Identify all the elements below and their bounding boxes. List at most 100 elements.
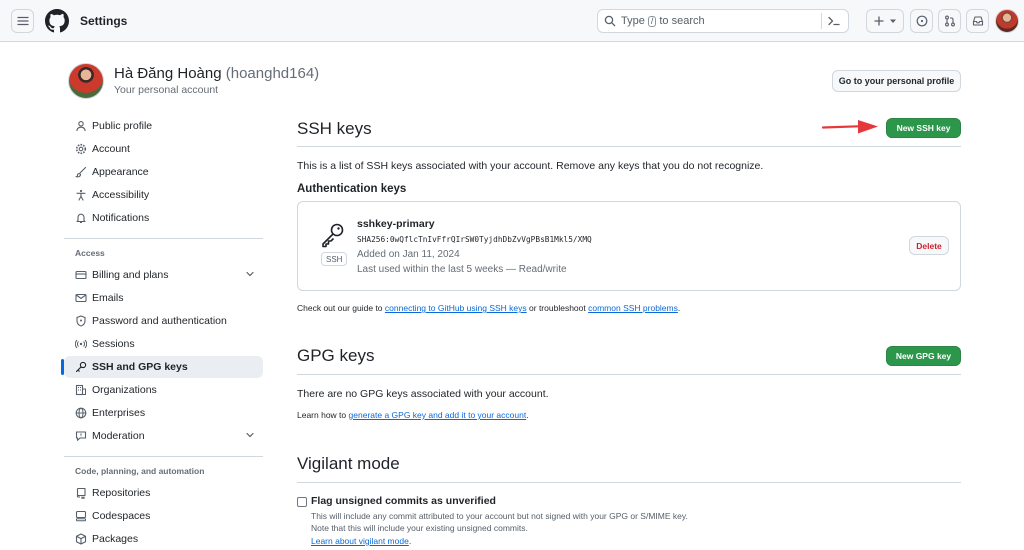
sidebar-item-appearance[interactable]: Appearance <box>64 161 263 183</box>
global-header: Settings Type / to search <box>0 0 1024 42</box>
sidebar-item-sessions[interactable]: Sessions <box>64 333 263 355</box>
ssh-key-list-item: SSH sshkey-primary SHA256:0wQflcTnIvFfrQ… <box>297 201 961 291</box>
create-new-button[interactable] <box>866 9 904 33</box>
search-suffix: to search <box>659 15 705 27</box>
accessibility-icon <box>75 189 87 201</box>
sidebar-item-label: Organizations <box>92 384 157 396</box>
section-divider <box>297 146 961 147</box>
sidebar-item-moderation[interactable]: Moderation <box>64 425 263 447</box>
page-title: Settings <box>80 14 128 28</box>
generate-gpg-key-link[interactable]: generate a GPG key and add it to your ac… <box>349 410 527 420</box>
checkbox-label: Flag unsigned commits as unverified <box>311 495 496 507</box>
person-icon <box>75 120 87 132</box>
sidebar-item-ssh-gpg-keys[interactable]: SSH and GPG keys <box>61 356 263 378</box>
new-gpg-key-button[interactable]: New GPG key <box>886 346 961 366</box>
guide-middle: or troubleshoot <box>529 303 586 313</box>
github-logo-icon[interactable] <box>45 9 69 33</box>
key-icon <box>75 361 87 373</box>
sidebar-item-label: SSH and GPG keys <box>92 361 188 373</box>
inbox-button[interactable] <box>966 9 989 33</box>
mail-icon <box>75 292 87 304</box>
shield-lock-icon <box>75 315 87 327</box>
sidebar-item-notifications[interactable]: Notifications <box>64 207 263 229</box>
menu-button[interactable] <box>11 9 34 33</box>
issues-button[interactable] <box>910 9 933 33</box>
sidebar-item-codespaces[interactable]: Codespaces <box>64 505 263 527</box>
sidebar-item-label: Moderation <box>92 430 145 442</box>
chevron-down-icon <box>246 432 254 438</box>
vigilant-mode-heading: Vigilant mode <box>297 454 400 473</box>
section-divider <box>297 482 961 483</box>
sidebar-item-label: Packages <box>92 533 139 545</box>
sidebar-item-password-auth[interactable]: Password and authentication <box>64 310 263 332</box>
sidebar-item-organizations[interactable]: Organizations <box>64 379 263 401</box>
vigilant-learn-text: Learn about vigilant mode. <box>311 536 411 546</box>
git-pull-request-icon <box>944 15 955 27</box>
ssh-guide-link[interactable]: connecting to GitHub using SSH keys <box>385 303 527 313</box>
key-title: sshkey-primary <box>357 218 435 230</box>
organization-icon <box>75 384 87 396</box>
sidebar-item-label: Repositories <box>92 487 151 499</box>
pull-requests-button[interactable] <box>938 9 961 33</box>
user-display-name: Hà Đăng Hoàng (hoanghd164) <box>114 65 319 82</box>
broadcast-icon <box>75 338 87 350</box>
learn-end: . <box>526 410 529 420</box>
sidebar-item-enterprises[interactable]: Enterprises <box>64 402 263 424</box>
sidebar-item-emails[interactable]: Emails <box>64 287 263 309</box>
package-icon <box>75 533 87 545</box>
gpg-empty-text: There are no GPG keys associated with yo… <box>297 388 549 400</box>
user-avatar-menu[interactable] <box>995 9 1019 33</box>
avatar <box>68 63 104 99</box>
new-ssh-key-button[interactable]: New SSH key <box>886 118 961 138</box>
section-divider <box>297 374 961 375</box>
user-login: (hoanghd164) <box>225 65 320 82</box>
gpg-learn-text: Learn how to generate a GPG key and add … <box>297 410 529 420</box>
sidebar-item-label: Account <box>92 143 130 155</box>
gpg-keys-heading: GPG keys <box>297 346 375 365</box>
search-input[interactable]: Type / to search <box>597 9 849 33</box>
sidebar-item-label: Codespaces <box>92 510 151 522</box>
key-added-date: Added on Jan 11, 2024 <box>357 249 460 260</box>
account-type-label: Your personal account <box>114 84 219 96</box>
delete-key-button[interactable]: Delete <box>909 236 949 255</box>
inbox-icon <box>972 16 983 26</box>
sidebar-item-billing[interactable]: Billing and plans <box>64 264 263 286</box>
guide-end: . <box>677 303 681 313</box>
ssh-problems-link[interactable]: common SSH problems <box>588 303 678 313</box>
sidebar-item-label: Appearance <box>92 166 149 178</box>
triangle-down-icon <box>889 19 896 23</box>
sidebar-group-code: Code, planning, and automation <box>75 466 205 476</box>
vigilant-mode-link[interactable]: Learn about vigilant mode <box>311 536 409 546</box>
display-name: Hà Đăng Hoàng <box>114 65 222 82</box>
chevron-down-icon <box>246 271 254 277</box>
paintbrush-icon <box>75 166 87 178</box>
search-icon <box>604 15 616 27</box>
codespaces-icon <box>75 510 87 522</box>
sidebar-item-label: Sessions <box>92 338 135 350</box>
hamburger-icon <box>16 16 29 26</box>
search-prefix: Type <box>621 15 645 27</box>
sidebar-item-public-profile[interactable]: Public profile <box>64 115 263 137</box>
annotation-arrow-icon <box>822 120 878 134</box>
sidebar-item-accessibility[interactable]: Accessibility <box>64 184 263 206</box>
learn-prefix: Learn how to <box>297 410 347 420</box>
command-palette-icon[interactable] <box>821 13 840 29</box>
key-fingerprint: SHA256:0wQflcTnIvFfrQIrSW0TyjdhDbZvVgPBs… <box>357 235 592 244</box>
globe-icon <box>75 407 87 419</box>
sidebar-item-packages[interactable]: Packages <box>64 528 263 550</box>
bell-icon <box>75 212 87 224</box>
ssh-keys-heading: SSH keys <box>297 119 372 138</box>
flag-unsigned-commits-checkbox[interactable] <box>297 497 307 507</box>
sidebar-item-repositories[interactable]: Repositories <box>64 482 263 504</box>
sidebar-divider <box>64 238 263 239</box>
sidebar-item-label: Public profile <box>92 120 153 132</box>
sidebar-item-account[interactable]: Account <box>64 138 263 160</box>
vigilant-description-line1: This will include any commit attributed … <box>311 511 688 521</box>
go-to-profile-button[interactable]: Go to your personal profile <box>832 70 961 92</box>
vigilant-description-line2: Note that this will include your existin… <box>311 523 528 533</box>
sidebar-item-label: Password and authentication <box>92 315 227 327</box>
plus-icon <box>873 16 884 26</box>
issue-opened-icon <box>916 15 927 27</box>
ssh-badge: SSH <box>321 252 348 266</box>
key-icon <box>322 223 344 248</box>
